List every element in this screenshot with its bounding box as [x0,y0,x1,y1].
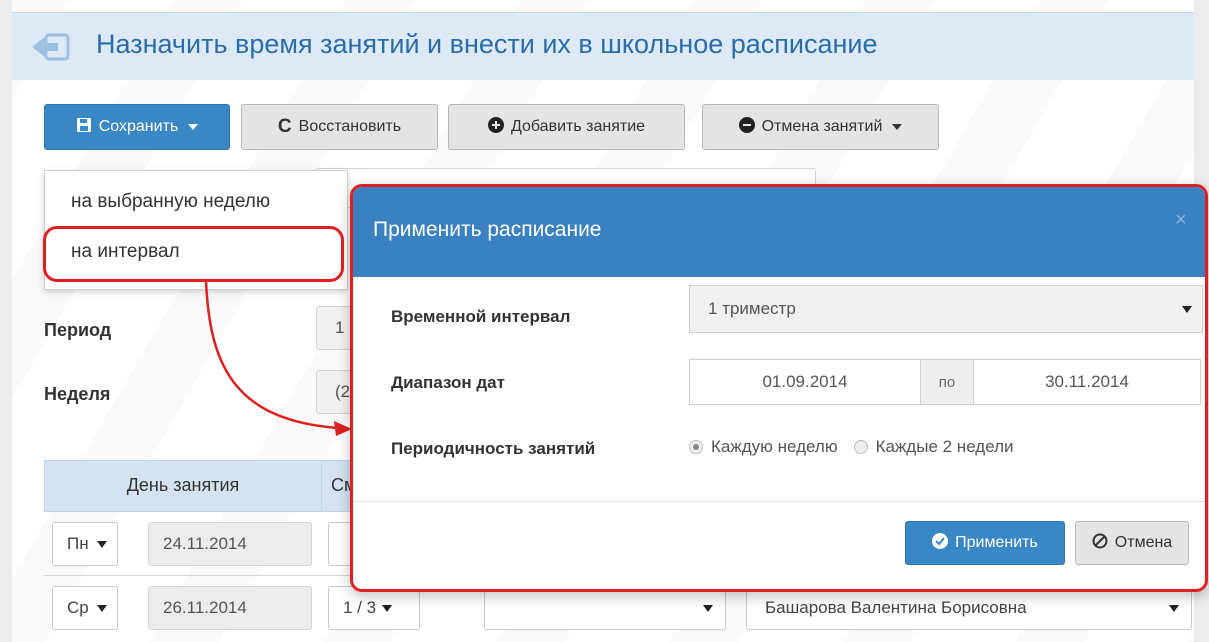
date-field[interactable]: 24.11.2014 [148,522,312,566]
apply-schedule-modal: Применить расписание × Временной интерва… [350,184,1208,592]
chevron-down-icon [188,124,199,130]
lesson-select[interactable]: 1 / 3 [328,586,420,630]
period-value: 1 [335,318,345,337]
date-range-label: Диапазон дат [391,373,505,392]
radio-biweekly[interactable] [853,440,868,454]
dropdown-arrow-icon [1182,305,1192,313]
col-day-header: День занятия [126,475,240,495]
teacher-select[interactable]: Башарова Валентина Борисовна [746,586,1192,630]
option-biweekly-label[interactable]: Каждые 2 недели [876,437,1014,457]
modal-title: Применить расписание [373,218,602,241]
page-header: Назначить время занятий и внести их в шк… [12,12,1194,80]
dropdown-arrow-icon [382,604,393,612]
highlight-outline [43,226,344,282]
cancel-button[interactable]: Отмена [1075,521,1189,565]
close-icon[interactable]: × [1175,209,1187,232]
week-value: (2 [335,382,351,401]
chevron-down-icon [892,124,903,130]
check-circle-icon [932,532,949,554]
date-field[interactable]: 26.11.2014 [148,586,312,630]
menu-item-selected-week[interactable]: на выбранную неделю [45,191,347,213]
dropdown-arrow-icon [1169,604,1179,612]
refresh-icon: C [277,116,292,137]
apply-label: Применить [955,534,1038,551]
period-label: Период [44,320,112,340]
dropdown-arrow-icon [703,604,713,612]
date-from-value: 01.09.2014 [762,372,848,391]
lesson-value: 1 / 3 [343,598,377,617]
date-to-value: 30.11.2014 [1045,372,1129,391]
weekday-value: Ср [67,598,89,617]
weekday-select[interactable]: Ср [52,586,118,630]
cancel-lessons-label: Отмена занятий [761,118,883,135]
dropdown-arrow-icon [96,540,107,548]
page-title: Назначить время занятий и внести их в шк… [96,29,878,59]
add-lesson-label: Добавить занятие [510,118,646,135]
week-label: Неделя [44,384,111,404]
interval-label: Временной интервал [391,307,571,326]
dropdown-arrow-icon [96,604,107,612]
interval-select[interactable]: 1 триместр [689,285,1203,333]
back-arrow-icon[interactable] [30,33,72,61]
modal-divider [353,501,1205,502]
column-divider [321,461,322,511]
restore-button-label: Восстановить [298,118,402,135]
plus-circle-icon [487,116,504,138]
add-lesson-button[interactable]: Добавить занятие [448,104,685,150]
interval-value: 1 триместр [708,299,796,318]
date-range-separator: по [921,359,973,405]
cancel-label: Отмена [1114,534,1173,551]
restore-button[interactable]: C Восстановить [241,104,438,150]
save-button-label: Сохранить [98,118,179,135]
option-weekly-label[interactable]: Каждую неделю [711,437,838,457]
modal-header: Применить расписание × [353,187,1205,277]
periodicity-options: Каждую неделю Каждые 2 недели [689,437,1014,457]
apply-button[interactable]: Применить [905,521,1065,565]
weekday-value: Пн [67,534,89,553]
save-button[interactable]: Сохранить [44,104,230,150]
radio-weekly[interactable] [689,440,703,454]
date-value: 24.11.2014 [163,534,247,553]
room-select[interactable] [484,586,726,630]
weekday-select[interactable]: Пн [52,522,118,566]
minus-circle-icon [738,116,755,138]
date-from-input[interactable]: 01.09.2014 [689,359,921,405]
left-edge [0,0,12,642]
save-icon [76,117,92,138]
date-to-input[interactable]: 30.11.2014 [973,359,1201,405]
date-separator-text: по [938,373,956,391]
teacher-value: Башарова Валентина Борисовна [765,598,1027,617]
cancel-lessons-button[interactable]: Отмена занятий [702,104,939,150]
date-value: 26.11.2014 [163,598,247,617]
periodicity-label: Периодичность занятий [391,439,596,458]
ban-icon [1092,533,1108,554]
